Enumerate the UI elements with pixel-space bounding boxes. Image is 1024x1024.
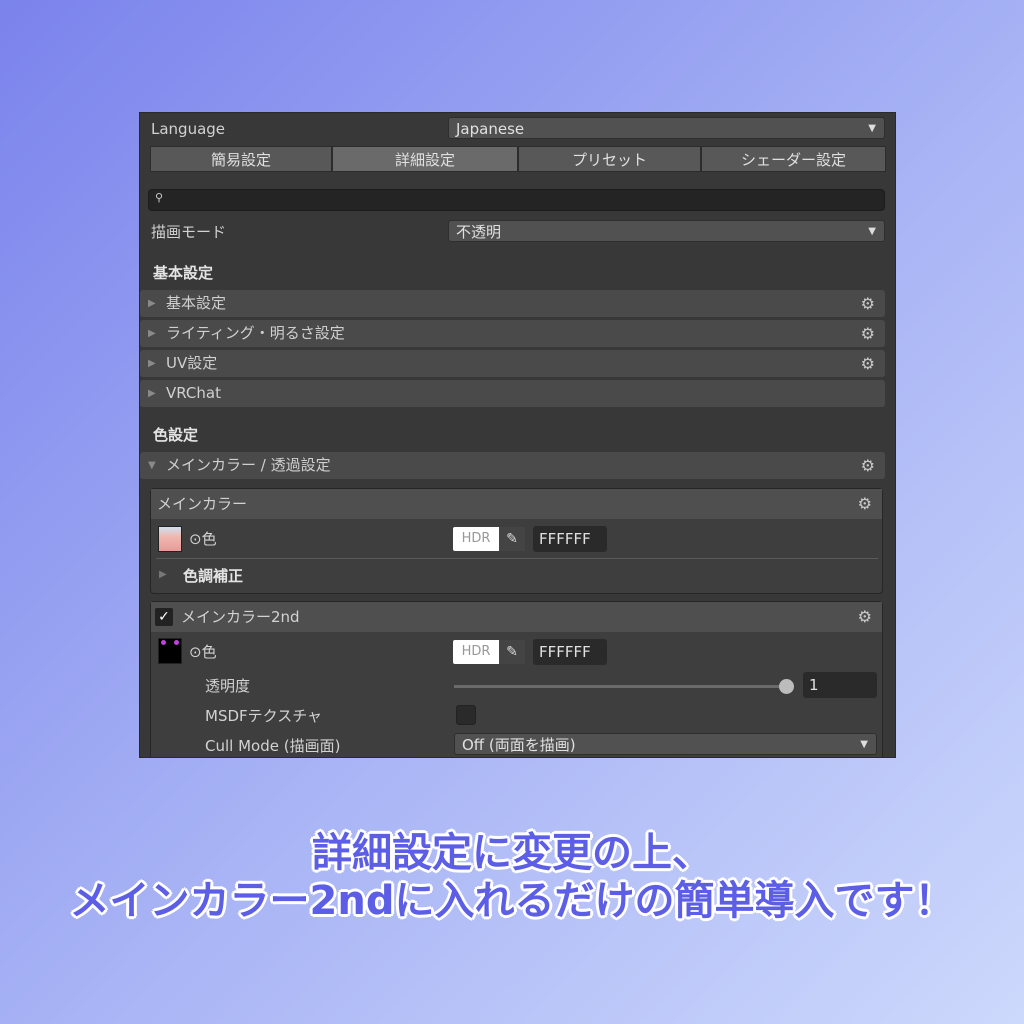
render-mode-label: 描画モード xyxy=(151,222,226,242)
main-color-2nd-box: ✓ メインカラー2nd ⚙ ⊙色 HDR ✎ FFFFFF 透明度 1 MSDFテ… xyxy=(150,601,883,758)
language-value: Japanese xyxy=(456,120,524,138)
chevron-down-icon: ▼ xyxy=(868,118,876,140)
main-color-box: メインカラー ⚙ ⊙色 HDR ✎ FFFFFF ▶ 色調補正 xyxy=(150,488,883,594)
cull-mode-value: Off (両面を描画) xyxy=(462,736,576,754)
color-label: ⊙色 xyxy=(189,529,217,549)
fold-lighting[interactable]: ▶ ライティング・明るさ設定 ⚙ xyxy=(140,320,885,347)
gear-icon[interactable]: ⚙ xyxy=(861,350,875,377)
gear-icon[interactable]: ⚙ xyxy=(858,602,872,632)
hex-input[interactable]: FFFFFF xyxy=(533,639,607,665)
language-label: Language xyxy=(151,119,225,139)
opacity-slider-thumb[interactable] xyxy=(779,679,794,694)
triangle-down-icon: ▼ xyxy=(148,452,156,479)
fold-uv[interactable]: ▶ UV設定 ⚙ xyxy=(140,350,885,377)
gear-icon[interactable]: ⚙ xyxy=(861,320,875,347)
inspector-panel: Language Japanese ▼ 簡易設定 詳細設定 プリセット シェーダー… xyxy=(139,112,896,758)
section-title-basic: 基本設定 xyxy=(153,263,213,283)
eyedropper-icon[interactable]: ✎ xyxy=(499,527,525,551)
fold-label: UV設定 xyxy=(166,354,217,372)
eyedropper-icon[interactable]: ✎ xyxy=(499,640,525,664)
tab-advanced[interactable]: 詳細設定 xyxy=(332,146,518,172)
gear-icon[interactable]: ⚙ xyxy=(861,452,875,479)
color-swatch-hdr[interactable]: HDR xyxy=(453,527,499,551)
section-title-color: 色設定 xyxy=(153,425,198,445)
divider xyxy=(156,558,878,559)
main-color-title: メインカラー xyxy=(157,495,247,513)
gear-icon[interactable]: ⚙ xyxy=(858,489,872,519)
triangle-right-icon: ▶ xyxy=(148,350,156,377)
main-color-2nd-header: ✓ メインカラー2nd ⚙ xyxy=(151,602,882,632)
search-input[interactable]: ⚲ xyxy=(148,189,885,211)
opacity-label: 透明度 xyxy=(205,676,250,696)
search-icon: ⚲ xyxy=(155,191,163,204)
texture-thumbnail[interactable] xyxy=(158,526,182,552)
caption-line-2: メインカラー2ndに入れるだけの簡単導入です！ xyxy=(0,868,1024,926)
fold-label: ライティング・明るさ設定 xyxy=(166,324,345,342)
texture-thumbnail[interactable] xyxy=(158,638,182,664)
fold-basic[interactable]: ▶ 基本設定 ⚙ xyxy=(140,290,885,317)
render-mode-dropdown[interactable]: 不透明 ▼ xyxy=(448,220,885,242)
tab-simple[interactable]: 簡易設定 xyxy=(150,146,332,172)
msdf-label: MSDFテクスチャ xyxy=(205,706,322,726)
tab-shader-settings[interactable]: シェーダー設定 xyxy=(701,146,886,172)
fold-vrchat[interactable]: ▶ VRChat xyxy=(140,380,885,407)
color-swatch-hdr[interactable]: HDR xyxy=(453,640,499,664)
triangle-right-icon[interactable]: ▶ xyxy=(159,569,167,580)
main-color-2nd-title: メインカラー2nd xyxy=(181,608,300,626)
gear-icon[interactable]: ⚙ xyxy=(861,290,875,317)
render-mode-value: 不透明 xyxy=(456,223,501,241)
hex-input[interactable]: FFFFFF xyxy=(533,526,607,552)
fold-main-color-transparency[interactable]: ▼ メインカラー / 透過設定 ⚙ xyxy=(140,452,885,479)
cull-mode-label: Cull Mode (描画面) xyxy=(205,736,340,756)
tab-preset[interactable]: プリセット xyxy=(518,146,701,172)
chevron-down-icon: ▼ xyxy=(868,221,876,243)
fold-label: VRChat xyxy=(166,384,221,402)
chevron-down-icon: ▼ xyxy=(860,734,868,756)
color-label: ⊙色 xyxy=(189,642,217,662)
triangle-right-icon: ▶ xyxy=(148,320,156,347)
language-dropdown[interactable]: Japanese ▼ xyxy=(448,117,885,139)
main-color-header: メインカラー ⚙ xyxy=(151,489,882,519)
opacity-slider-track[interactable] xyxy=(454,685,790,688)
enable-checkbox[interactable]: ✓ xyxy=(155,608,173,626)
triangle-right-icon: ▶ xyxy=(148,380,156,407)
opacity-input[interactable]: 1 xyxy=(803,672,877,698)
fold-label: メインカラー / 透過設定 xyxy=(166,456,331,474)
fold-label: 基本設定 xyxy=(166,294,226,312)
triangle-right-icon: ▶ xyxy=(148,290,156,317)
cull-mode-dropdown[interactable]: Off (両面を描画) ▼ xyxy=(454,733,877,755)
msdf-checkbox[interactable] xyxy=(456,705,476,725)
tone-correction-fold[interactable]: 色調補正 xyxy=(183,566,243,586)
